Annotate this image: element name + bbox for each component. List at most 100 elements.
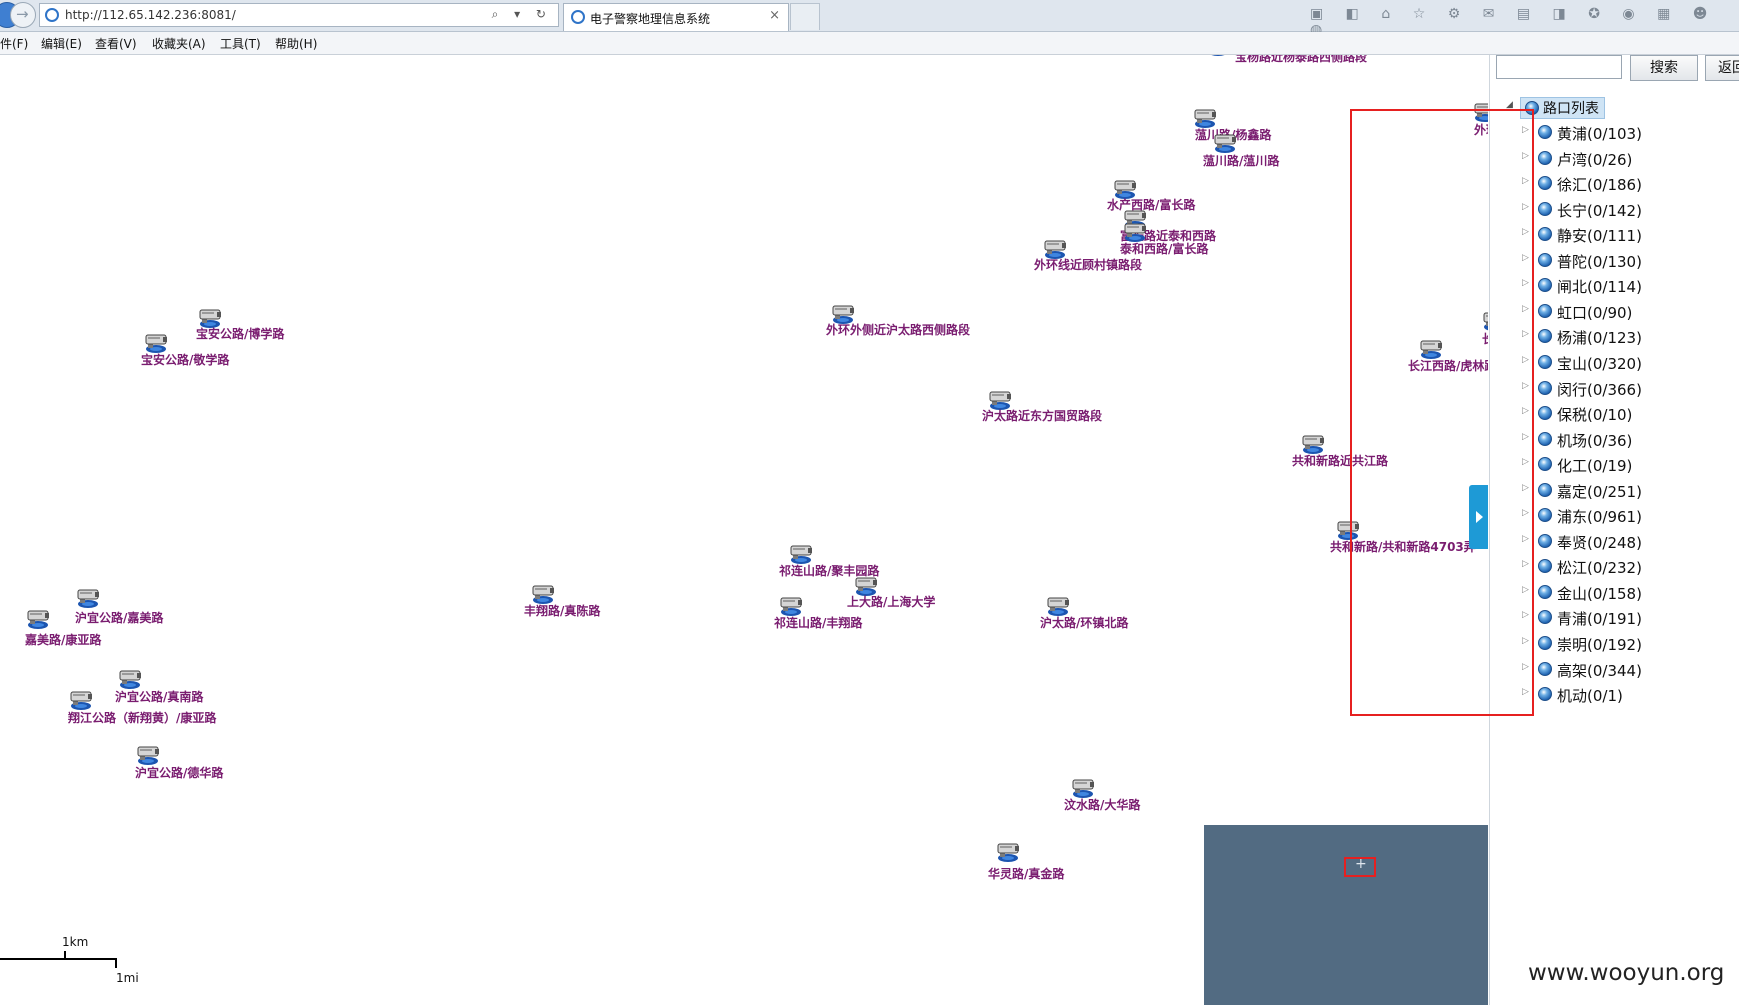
root-node[interactable]: 路口列表 [1520, 97, 1605, 119]
expand-icon[interactable]: ▷ [1522, 636, 1529, 646]
collapse-icon[interactable]: ◢ [1506, 100, 1513, 110]
menu-tools[interactable]: 工具(T) [220, 35, 261, 52]
expand-icon[interactable]: ▷ [1522, 406, 1529, 416]
camera-icon[interactable] [1042, 238, 1068, 259]
expand-icon[interactable]: ▷ [1522, 534, 1529, 544]
expand-icon[interactable]: ▷ [1522, 176, 1529, 186]
expand-icon[interactable]: ▷ [1522, 457, 1529, 467]
browser-tab[interactable]: 电子警察地理信息系统 × [563, 3, 789, 31]
menu-edit[interactable]: 编辑(E) [41, 35, 82, 52]
marker-label[interactable]: 蕰川路/蕰川路 [1203, 152, 1279, 169]
marker-label[interactable]: 共和新路/共和新路4703弄 [1330, 538, 1476, 555]
expand-icon[interactable]: ▷ [1522, 355, 1529, 365]
menu-view[interactable]: 查看(V) [95, 35, 137, 52]
camera-icon[interactable] [1481, 310, 1488, 331]
camera-icon[interactable] [135, 744, 161, 765]
marker-label[interactable]: 外环线近顾村镇路段 [1034, 256, 1142, 273]
tree-item[interactable]: ▷ 长宁(0/142) [1522, 198, 1682, 222]
overview-map[interactable] [1204, 825, 1488, 1005]
tree-item[interactable]: ▷ 静安(0/111) [1522, 223, 1682, 247]
menu-favorites[interactable]: 收藏夹(A) [152, 35, 206, 52]
camera-icon[interactable] [143, 332, 169, 353]
tree-item[interactable]: ▷ 普陀(0/130) [1522, 249, 1682, 273]
expand-icon[interactable]: ▷ [1522, 610, 1529, 620]
marker-label[interactable]: 长江西路/虎林路 [1408, 357, 1488, 374]
overview-viewport[interactable] [1344, 856, 1376, 877]
marker-label[interactable]: 沪宜公路/真南路 [115, 688, 203, 705]
expand-icon[interactable]: ▷ [1522, 304, 1529, 314]
expand-icon[interactable]: ▷ [1522, 278, 1529, 288]
tree-item[interactable]: ▷ 保税(0/10) [1522, 402, 1682, 426]
camera-icon[interactable] [25, 608, 51, 629]
camera-icon[interactable] [1418, 338, 1444, 359]
tree-item[interactable]: ▷ 徐汇(0/186) [1522, 172, 1682, 196]
tree-item[interactable]: ▷ 金山(0/158) [1522, 581, 1682, 605]
tree-item[interactable]: ▷ 机场(0/36) [1522, 428, 1682, 452]
marker-label[interactable]: 沪宜公路/嘉美路 [75, 609, 163, 626]
toggle-panel-button[interactable] [1469, 485, 1488, 549]
address-actions-icons[interactable]: ⌕ ▾ ↻ [492, 7, 552, 22]
camera-icon[interactable] [995, 841, 1021, 862]
tree-item[interactable]: ▷ 松江(0/232) [1522, 555, 1682, 579]
tree-item[interactable]: ▷ 杨浦(0/123) [1522, 325, 1682, 349]
forward-nav-icon[interactable] [10, 2, 36, 28]
address-text[interactable]: http://112.65.142.236:8081/ [65, 8, 236, 22]
camera-icon[interactable] [788, 543, 814, 564]
tree-item[interactable]: ▷ 机动(0/1) [1522, 683, 1682, 707]
tree-item[interactable]: ▷ 青浦(0/191) [1522, 606, 1682, 630]
camera-icon[interactable] [1472, 101, 1488, 122]
tree-item[interactable]: ▷ 虹口(0/90) [1522, 300, 1682, 324]
tree-item[interactable]: ▷ 崇明(0/192) [1522, 632, 1682, 656]
expand-icon[interactable]: ▷ [1522, 585, 1529, 595]
camera-icon[interactable] [1122, 221, 1148, 242]
back-button[interactable]: 返回 [1705, 55, 1739, 81]
expand-icon[interactable]: ▷ [1522, 381, 1529, 391]
marker-label[interactable]: 外环 [1474, 121, 1488, 138]
camera-icon[interactable] [853, 575, 879, 596]
expand-icon[interactable]: ▷ [1522, 151, 1529, 161]
map-view[interactable]: 宝杨路近杨泰路西侧路段外环蕰川路/杨鑫路蕰川路/蕰川路水产西路/富长路富长路近泰… [0, 55, 1488, 1005]
marker-label[interactable]: 沪太路近东方国贸路段 [982, 407, 1102, 424]
camera-icon[interactable] [1045, 595, 1071, 616]
camera-icon[interactable] [68, 689, 94, 710]
expand-icon[interactable]: ▷ [1522, 125, 1529, 135]
camera-icon[interactable] [778, 595, 804, 616]
expand-icon[interactable]: ▷ [1522, 687, 1529, 697]
camera-icon[interactable] [1300, 433, 1326, 454]
marker-label[interactable]: 汶水路/大华路 [1064, 796, 1140, 813]
new-tab-button[interactable] [790, 3, 820, 30]
marker-label[interactable]: 泰和西路/富长路 [1120, 240, 1208, 257]
expand-icon[interactable]: ▷ [1522, 432, 1529, 442]
menu-file[interactable]: 件(F) [0, 35, 28, 52]
camera-icon[interactable] [75, 587, 101, 608]
tree-item[interactable]: ▷ 宝山(0/320) [1522, 351, 1682, 375]
menu-help[interactable]: 帮助(H) [275, 35, 317, 52]
marker-label[interactable]: 宝安公路/敬学路 [141, 351, 229, 368]
close-icon[interactable]: × [769, 8, 780, 23]
tree-item[interactable]: ▷ 闸北(0/114) [1522, 274, 1682, 298]
expand-icon[interactable]: ▷ [1522, 662, 1529, 672]
marker-label[interactable]: 长 [1482, 330, 1488, 347]
marker-label[interactable]: 华灵路/真金路 [988, 865, 1064, 882]
camera-icon[interactable] [117, 668, 143, 689]
marker-label[interactable]: 外环外侧近沪太路西侧路段 [826, 321, 970, 338]
camera-icon[interactable] [1192, 107, 1218, 128]
expand-icon[interactable]: ▷ [1522, 227, 1529, 237]
tree-item[interactable]: ▷ 奉贤(0/248) [1522, 530, 1682, 554]
marker-label[interactable]: 共和新路近共江路 [1292, 452, 1388, 469]
address-bar[interactable]: http://112.65.142.236:8081/ ⌕ ▾ ↻ [39, 3, 559, 27]
marker-label[interactable]: 宝杨路近杨泰路西侧路段 [1235, 55, 1367, 65]
marker-label[interactable]: 宝安公路/博学路 [196, 325, 284, 342]
camera-icon[interactable] [1112, 178, 1138, 199]
marker-label[interactable]: 翔江公路（新翔黄）/康亚路 [68, 709, 216, 726]
tree-item[interactable]: ▷ 化工(0/19) [1522, 453, 1682, 477]
marker-label[interactable]: 沪太路/环镇北路 [1040, 614, 1128, 631]
camera-icon[interactable] [830, 303, 856, 324]
marker-label[interactable]: 水产西路/富长路 [1107, 196, 1195, 213]
tree-item[interactable]: ▷ 嘉定(0/251) [1522, 479, 1682, 503]
marker-label[interactable]: 嘉美路/康亚路 [25, 631, 101, 648]
marker-label[interactable]: 丰翔路/真陈路 [524, 602, 600, 619]
search-button[interactable]: 搜索 [1630, 55, 1698, 81]
camera-icon[interactable] [1212, 132, 1238, 153]
search-input[interactable] [1496, 55, 1622, 79]
